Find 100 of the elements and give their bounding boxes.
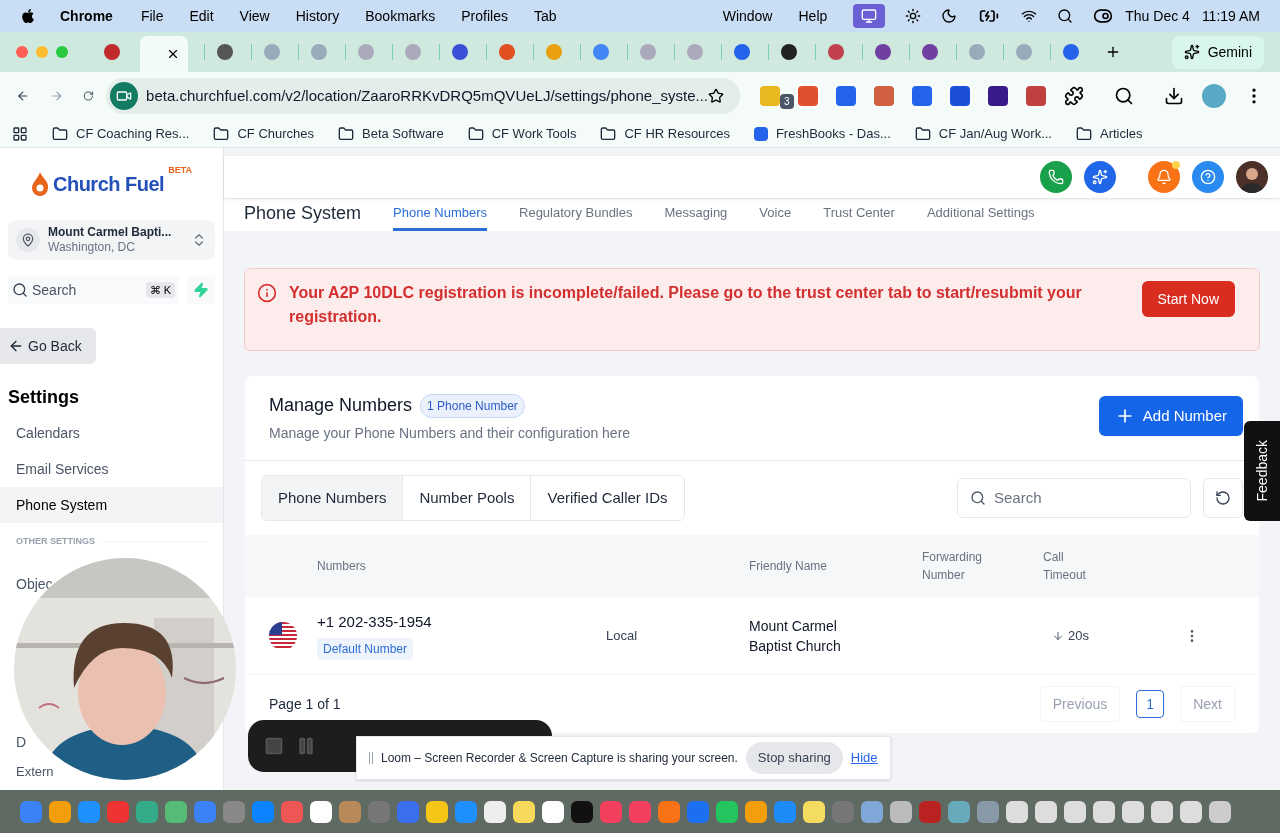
apple-icon[interactable] bbox=[20, 8, 36, 24]
menu-item[interactable]: Profiles bbox=[461, 5, 508, 27]
close-window-icon[interactable] bbox=[16, 46, 28, 58]
extensions-icon[interactable] bbox=[1064, 86, 1084, 106]
page-number-button[interactable]: 1 bbox=[1136, 690, 1165, 718]
clock-date[interactable]: Thu Dec 4 bbox=[1125, 5, 1190, 27]
search-field[interactable]: Search ⌘ K bbox=[8, 276, 179, 304]
app-icon[interactable] bbox=[1209, 800, 1231, 823]
tab-favicon-icon[interactable] bbox=[922, 44, 938, 60]
app-icon[interactable] bbox=[513, 800, 535, 823]
wifi-icon[interactable] bbox=[1021, 8, 1038, 24]
bookmark[interactable]: CF HR Resources bbox=[600, 123, 730, 144]
download-icon[interactable] bbox=[1164, 86, 1184, 106]
extension-icon[interactable] bbox=[950, 86, 970, 106]
extension-icon[interactable] bbox=[836, 86, 856, 106]
tab-favicon-icon[interactable] bbox=[217, 44, 233, 60]
page-tab[interactable]: Regulatory Bundles bbox=[519, 202, 633, 231]
gemini-button[interactable]: Gemini bbox=[1171, 35, 1264, 69]
app-icon[interactable] bbox=[1151, 800, 1173, 823]
close-tab-icon[interactable] bbox=[166, 47, 180, 61]
app-icon[interactable] bbox=[861, 800, 883, 823]
app-icon[interactable] bbox=[426, 800, 448, 823]
page-tab[interactable]: Messaging bbox=[664, 202, 728, 231]
menu-item[interactable]: File bbox=[140, 5, 164, 27]
page-tab[interactable]: Phone Numbers bbox=[393, 202, 487, 231]
app-icon[interactable] bbox=[484, 800, 506, 823]
zoom-window-icon[interactable] bbox=[56, 46, 68, 58]
notifications-button[interactable] bbox=[1148, 161, 1180, 193]
menu-item[interactable]: Edit bbox=[189, 5, 214, 27]
app-icon[interactable] bbox=[716, 800, 738, 823]
page-tab[interactable]: Trust Center bbox=[823, 202, 895, 231]
pause-icon[interactable] bbox=[296, 736, 316, 756]
address-bar[interactable]: beta.churchfuel.com/v2/location/ZaaroRRKvDRQ5mQVUeLJ/settings/phone_syste... bbox=[106, 78, 740, 114]
search-field[interactable]: Search bbox=[957, 478, 1191, 518]
segment-tab[interactable]: Verified Caller IDs bbox=[530, 476, 684, 520]
bookmark[interactable]: FreshBooks - Das... bbox=[753, 123, 891, 144]
tab-favicon-icon[interactable] bbox=[875, 44, 891, 60]
url-text[interactable]: beta.churchfuel.com/v2/location/ZaaroRRKvDRQ5mQVUeLJ/settings/phone_syste... bbox=[146, 84, 708, 108]
menu-item[interactable]: Help bbox=[798, 5, 828, 27]
bookmark-star-icon[interactable] bbox=[708, 88, 724, 104]
app-icon[interactable] bbox=[1180, 800, 1202, 823]
search-icon[interactable] bbox=[1057, 8, 1074, 24]
refresh-button[interactable] bbox=[1203, 478, 1243, 518]
app-icon[interactable] bbox=[1122, 800, 1144, 823]
app-icon[interactable] bbox=[890, 800, 912, 823]
stop-icon[interactable] bbox=[264, 736, 284, 756]
sidebar-item[interactable]: Extern bbox=[16, 763, 54, 780]
user-avatar[interactable] bbox=[1236, 161, 1268, 193]
app-icon[interactable] bbox=[571, 800, 593, 823]
bookmark[interactable]: CF Churches bbox=[213, 123, 314, 144]
menu-item[interactable]: View bbox=[239, 5, 270, 27]
sidebar-item[interactable]: Email Services bbox=[0, 451, 223, 487]
menu-item[interactable]: History bbox=[295, 5, 340, 27]
app-icon[interactable] bbox=[1006, 800, 1028, 823]
tab-search-icon[interactable] bbox=[1114, 86, 1134, 106]
bookmark[interactable]: Articles bbox=[1075, 123, 1143, 144]
go-back-button[interactable]: Go Back bbox=[0, 328, 96, 364]
sidebar-item[interactable]: Phone System bbox=[0, 487, 223, 523]
app-icon[interactable] bbox=[745, 800, 767, 823]
profile-avatar[interactable] bbox=[1202, 84, 1226, 108]
sidebar-item[interactable]: Objec bbox=[16, 573, 53, 594]
bookmark[interactable]: CF Work Tools bbox=[467, 123, 577, 144]
sidebar-item[interactable]: D bbox=[16, 731, 27, 752]
menu-item[interactable]: Window bbox=[722, 5, 773, 27]
ai-sparkle-button[interactable] bbox=[1084, 161, 1116, 193]
menu-item[interactable]: Tab bbox=[533, 5, 557, 27]
clock-time[interactable]: 11:19 AM bbox=[1201, 5, 1260, 27]
start-now-button[interactable]: Start Now bbox=[1141, 281, 1235, 317]
extension-icon[interactable] bbox=[912, 86, 932, 106]
extension-icon[interactable] bbox=[988, 86, 1008, 106]
bookmark[interactable]: CF Jan/Aug Work... bbox=[914, 123, 1052, 144]
bookmark[interactable]: Beta Software bbox=[338, 123, 444, 144]
site-badge[interactable] bbox=[110, 82, 139, 110]
apps-icon[interactable] bbox=[12, 125, 28, 142]
sidebar-item[interactable]: Calendars bbox=[0, 415, 223, 451]
bookmark[interactable]: CF Coaching Res... bbox=[52, 123, 190, 144]
app-icon[interactable] bbox=[165, 800, 187, 823]
lightning-button[interactable] bbox=[187, 276, 215, 304]
page-tab[interactable]: Additional Settings bbox=[926, 202, 1035, 231]
feedback-tab[interactable]: Feedback bbox=[1244, 421, 1280, 521]
app-icon[interactable] bbox=[803, 800, 825, 823]
menu-item[interactable]: Chrome bbox=[60, 5, 113, 27]
stop-sharing-button[interactable]: Stop sharing bbox=[745, 742, 843, 774]
page-tab[interactable]: Voice bbox=[759, 202, 792, 231]
new-tab-icon[interactable] bbox=[1105, 44, 1121, 60]
app-icon[interactable] bbox=[1035, 800, 1057, 823]
app-icon[interactable] bbox=[310, 800, 332, 823]
hide-link[interactable]: Hide bbox=[850, 748, 878, 768]
menu-item[interactable]: Bookmarks bbox=[365, 5, 436, 27]
moon-icon[interactable] bbox=[941, 8, 958, 24]
tab-favicon-icon[interactable] bbox=[781, 44, 797, 60]
screen-share-button[interactable] bbox=[853, 4, 886, 28]
extension-icon[interactable] bbox=[1026, 86, 1046, 106]
app-icon[interactable] bbox=[542, 800, 564, 823]
app-icon[interactable] bbox=[49, 800, 71, 823]
help-button[interactable] bbox=[1192, 161, 1224, 193]
control-center-icon[interactable] bbox=[1093, 6, 1114, 26]
phone-button[interactable] bbox=[1040, 161, 1072, 193]
app-icon[interactable] bbox=[1064, 800, 1086, 823]
app-icon[interactable] bbox=[1093, 800, 1115, 823]
